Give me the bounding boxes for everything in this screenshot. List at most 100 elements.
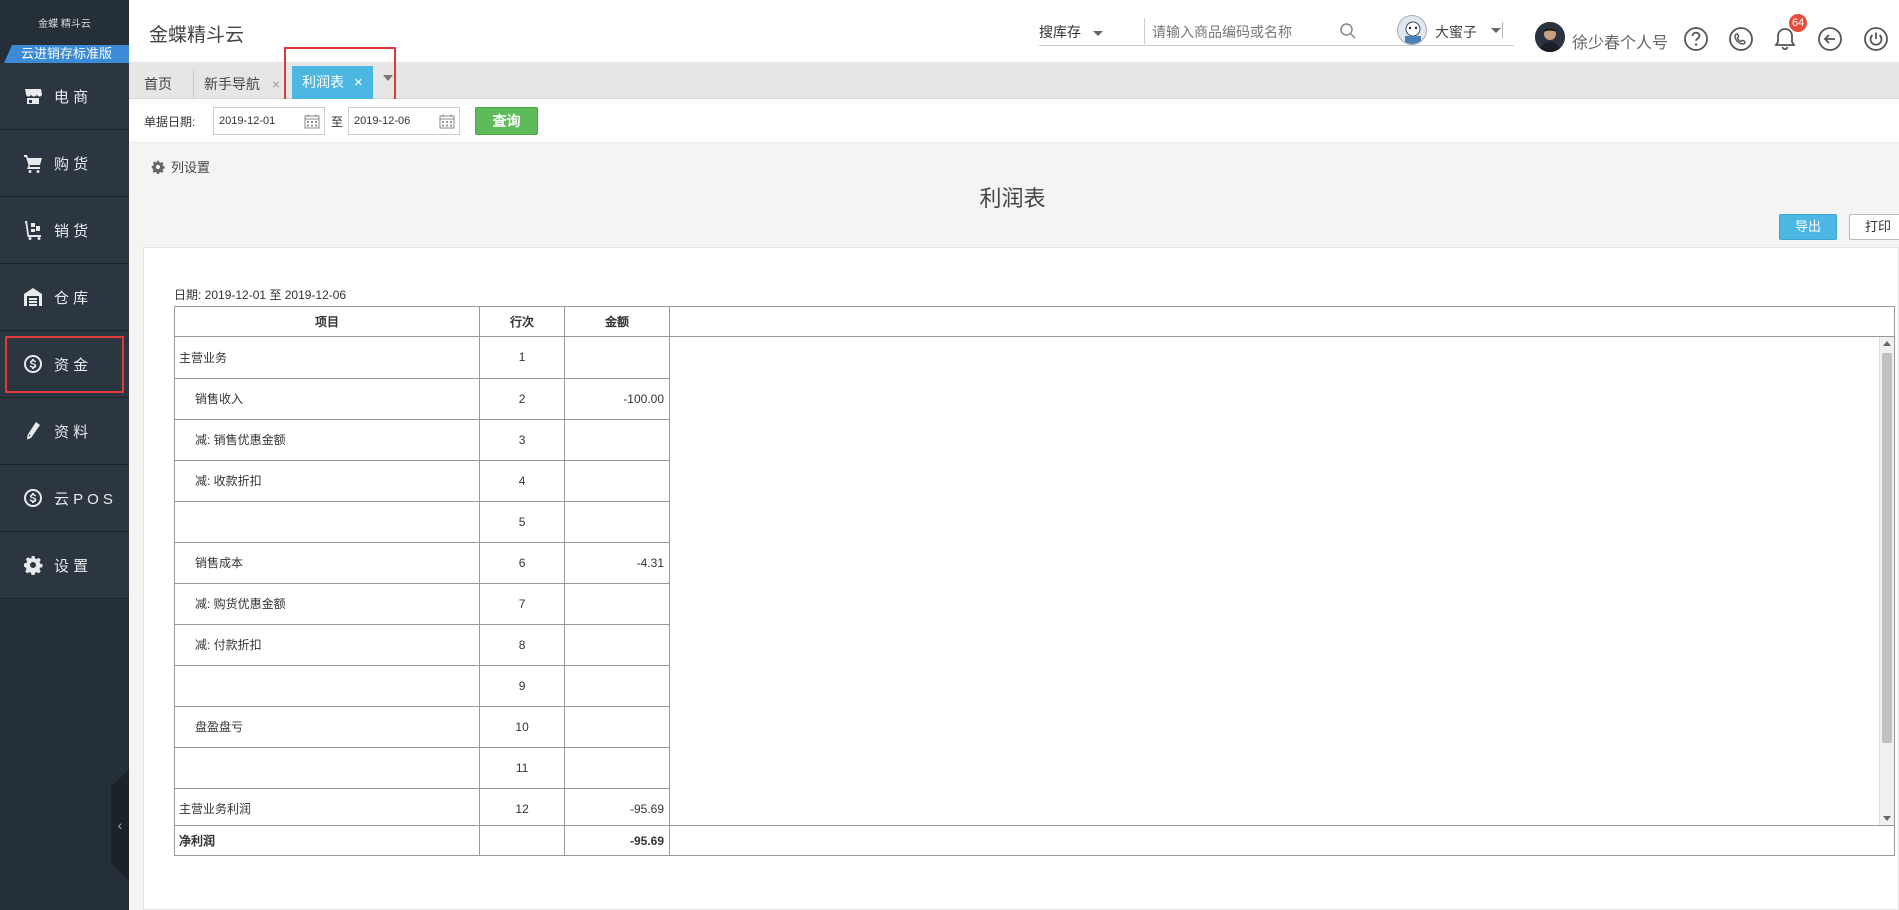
search-divider	[1144, 18, 1145, 44]
date-to-input[interactable]	[349, 108, 439, 134]
warehouse-icon	[22, 286, 44, 308]
sidebar-nav: 电 商 购 货 销 货 仓 库 资 金 资 料 云 P O S 设 置	[0, 63, 129, 599]
sidebar-item-label: 购 货	[54, 155, 89, 173]
table-row[interactable]: 主营业务利润 12 -95.69	[175, 788, 670, 825]
scroll-down-arrow[interactable]	[1883, 816, 1891, 821]
report-panel: 日期: 2019-12-01 至 2019-12-06 项目 行次 金额 主营业…	[143, 247, 1899, 910]
gear-icon	[151, 160, 165, 174]
cell-amount	[564, 706, 670, 748]
chevron-down-icon[interactable]	[383, 75, 393, 81]
cell-line: 4	[479, 460, 566, 502]
table-row[interactable]: 减: 购货优惠金额 7	[175, 583, 670, 625]
search-icon[interactable]	[1339, 22, 1357, 40]
table-row[interactable]: 主营业务 1	[175, 337, 670, 379]
search-type-dropdown[interactable]: 搜库存	[1039, 22, 1103, 42]
chevron-down-icon[interactable]	[1491, 28, 1501, 33]
back-icon[interactable]	[1816, 25, 1844, 53]
column-settings-button[interactable]: 列设置	[151, 157, 210, 176]
table-row[interactable]: 销售成本 6 -4.31	[175, 542, 670, 584]
print-button[interactable]: 打印	[1849, 214, 1899, 240]
phone-icon[interactable]	[1727, 25, 1755, 53]
trolley-icon	[22, 219, 44, 241]
calendar-icon[interactable]	[439, 114, 455, 129]
tab-home[interactable]: 首页	[134, 69, 182, 99]
sidebar-item-data[interactable]: 资 料	[0, 398, 129, 465]
close-icon[interactable]: ×	[354, 74, 363, 91]
search-input[interactable]	[1152, 18, 1352, 46]
header-divider	[1502, 22, 1503, 38]
table-row[interactable]: 销售收入 2 -100.00	[175, 378, 670, 420]
sidebar-item-settings[interactable]: 设 置	[0, 532, 129, 599]
sidebar-item-warehouse[interactable]: 仓 库	[0, 264, 129, 331]
column-header-line[interactable]: 行次	[480, 307, 565, 336]
dollar-icon	[22, 487, 44, 509]
table-row[interactable]: 9	[175, 665, 670, 707]
cell-line: 12	[479, 788, 566, 825]
search-type-label: 搜库存	[1039, 24, 1081, 40]
cell-amount	[564, 583, 670, 625]
tab-beginner-guide[interactable]: 新手导航 ×	[193, 69, 290, 99]
table-row[interactable]: 减: 销售优惠金额 3	[175, 419, 670, 461]
net-profit-line	[480, 826, 565, 855]
store-avatar[interactable]	[1397, 15, 1427, 45]
table-row[interactable]: 5	[175, 501, 670, 543]
date-from-input[interactable]	[214, 108, 304, 134]
table-body[interactable]: 主营业务 1 销售收入 2 -100.00 减: 销售优惠金额 3 减: 收款折扣 4 5 销售成本…	[175, 337, 1894, 825]
cell-item	[175, 747, 481, 789]
cell-item: 主营业务利润	[175, 788, 481, 825]
sidebar-collapse-handle[interactable]: ‹	[111, 770, 129, 880]
app-logo: 金蝶 精斗云	[0, 0, 129, 45]
column-header-amount[interactable]: 金额	[565, 307, 670, 336]
query-button[interactable]: 查询	[475, 107, 538, 135]
pencil-icon	[22, 420, 44, 442]
cell-amount	[564, 501, 670, 543]
help-icon[interactable]	[1682, 25, 1710, 53]
table-row[interactable]: 盘盈盘亏 10	[175, 706, 670, 748]
scrollbar-thumb[interactable]	[1882, 353, 1892, 743]
vertical-scrollbar[interactable]	[1879, 337, 1894, 825]
table-row[interactable]: 减: 付款折扣 8	[175, 624, 670, 666]
sidebar-item-sales[interactable]: 销 货	[0, 197, 129, 264]
cell-item: 减: 销售优惠金额	[175, 419, 481, 461]
store-name[interactable]: 大蜜子	[1435, 22, 1477, 42]
search-underline	[1039, 45, 1514, 46]
sidebar: 金蝶 精斗云 云进销存标准版 电 商 购 货 销 货 仓 库 资 金 资 料 云…	[0, 0, 129, 910]
table-row[interactable]: 减: 收款折扣 4	[175, 460, 670, 502]
scroll-up-arrow[interactable]	[1883, 341, 1891, 346]
power-icon[interactable]	[1862, 25, 1890, 53]
tab-label: 新手导航	[204, 76, 260, 92]
table-row[interactable]: 11	[175, 747, 670, 789]
tab-profit-statement[interactable]: 利润表 ×	[292, 66, 373, 99]
cell-amount: -100.00	[564, 378, 670, 420]
export-button[interactable]: 导出	[1779, 214, 1837, 240]
sidebar-item-cloud-pos[interactable]: 云 P O S	[0, 465, 129, 532]
cell-item: 销售成本	[175, 542, 481, 584]
sidebar-item-purchase[interactable]: 购 货	[0, 130, 129, 197]
cell-line: 7	[479, 583, 566, 625]
date-to-field[interactable]	[348, 107, 460, 135]
calendar-icon[interactable]	[304, 114, 320, 129]
report-title: 利润表	[979, 186, 1046, 211]
net-profit-label: 净利润	[175, 826, 480, 855]
user-name[interactable]: 徐少春个人号	[1572, 29, 1668, 53]
cart-icon	[22, 152, 44, 174]
column-header-item[interactable]: 项目	[175, 307, 480, 336]
top-header: 金蝶精斗云 搜库存 大蜜子 徐少春个人号 64	[129, 0, 1899, 63]
user-avatar[interactable]	[1535, 22, 1565, 52]
cell-line: 9	[479, 665, 566, 707]
cell-amount	[564, 665, 670, 707]
close-icon[interactable]: ×	[272, 76, 280, 92]
cell-item	[175, 501, 481, 543]
date-from-field[interactable]	[213, 107, 325, 135]
cell-amount	[564, 624, 670, 666]
report-date-range: 日期: 2019-12-01 至 2019-12-06	[174, 288, 347, 302]
cell-amount: -95.69	[564, 788, 670, 825]
sidebar-item-ecommerce[interactable]: 电 商	[0, 63, 129, 130]
cell-line: 3	[479, 419, 566, 461]
table-rows: 主营业务 1 销售收入 2 -100.00 减: 销售优惠金额 3 减: 收款折扣 4 5 销售成本…	[175, 337, 670, 825]
sidebar-item-label: 销 货	[54, 222, 89, 240]
cell-line: 10	[479, 706, 566, 748]
sidebar-item-label: 仓 库	[54, 289, 89, 307]
sidebar-item-funds[interactable]: 资 金	[0, 331, 129, 398]
column-header-filler	[670, 307, 1894, 336]
